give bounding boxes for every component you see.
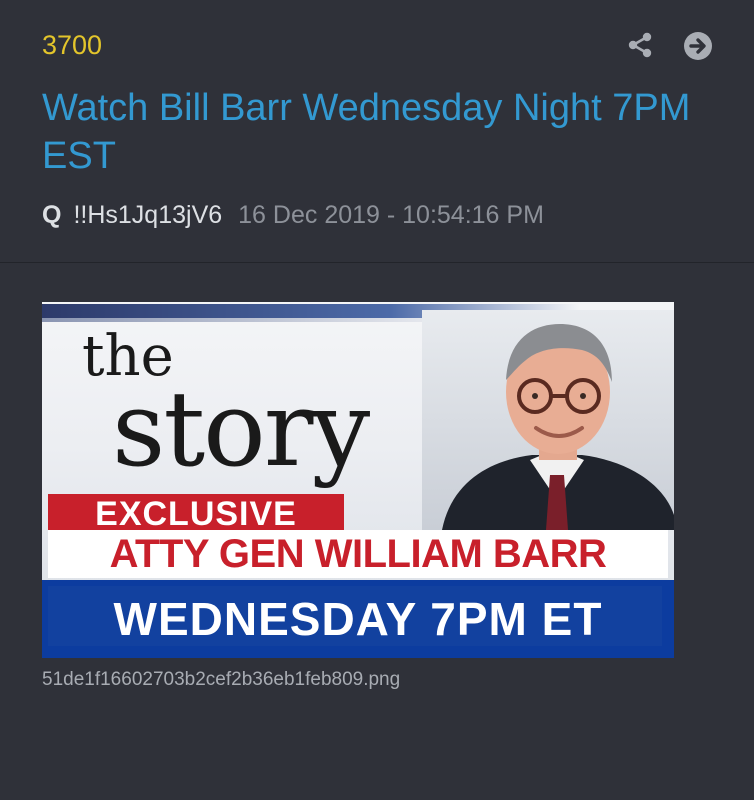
banner-time: WEDNESDAY 7PM ET xyxy=(42,580,674,658)
share-icon[interactable] xyxy=(626,31,654,59)
person-portrait xyxy=(422,310,674,530)
post-header: 3700 Watch Bill Barr Wednesday Night 7PM… xyxy=(0,0,754,262)
attachment-image[interactable]: the story EXCLUSIVE ATTY GEN WILLIAM BAR… xyxy=(42,302,674,658)
arrow-right-circle-icon[interactable] xyxy=(683,31,713,61)
attachment-filename[interactable]: 51de1f16602703b2cef2b36eb1feb809.png xyxy=(42,669,400,691)
author-name: Q xyxy=(42,200,62,229)
post-timestamp: 16 Dec 2019 - 10:54:16 PM xyxy=(238,200,544,229)
banner-time-text: WEDNESDAY 7PM ET xyxy=(113,593,603,645)
logo-story: story xyxy=(112,368,370,490)
banner-exclusive: EXCLUSIVE xyxy=(48,494,344,534)
banner-exclusive-text: EXCLUSIVE xyxy=(95,494,297,533)
author-tripcode: !!Hs1Jq13jV6 xyxy=(73,200,223,229)
post-number[interactable]: 3700 xyxy=(42,30,102,61)
post-meta: Q !!Hs1Jq13jV6 16 Dec 2019 - 10:54:16 PM xyxy=(42,198,544,232)
banner-name: ATTY GEN WILLIAM BARR xyxy=(48,530,668,578)
banner-name-text: ATTY GEN WILLIAM BARR xyxy=(109,531,607,576)
header-divider xyxy=(0,262,754,263)
post-title: Watch Bill Barr Wednesday Night 7PM EST xyxy=(42,87,691,177)
